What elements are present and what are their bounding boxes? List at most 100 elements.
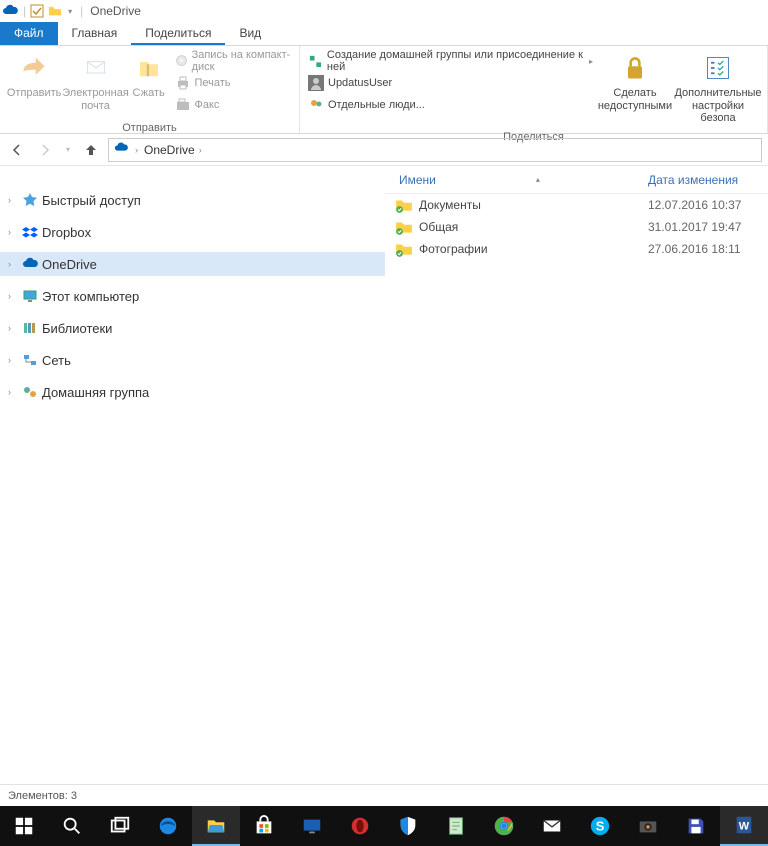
onedrive-cloud-icon xyxy=(22,256,38,272)
tree-dropbox[interactable]: › Dropbox xyxy=(0,220,385,244)
updatus-user-label: UpdatusUser xyxy=(328,77,392,89)
send-group-label: Отправить xyxy=(0,120,299,137)
chevron-right-icon[interactable]: › xyxy=(8,387,18,397)
zip-icon xyxy=(133,52,165,84)
tab-share[interactable]: Поделиться xyxy=(131,22,225,45)
recent-dropdown-icon[interactable]: ▾ xyxy=(62,139,74,161)
tree-onedrive[interactable]: › OneDrive xyxy=(0,252,385,276)
compress-label: Сжать xyxy=(133,87,165,100)
skype-icon[interactable]: S xyxy=(576,806,624,846)
defender-icon[interactable] xyxy=(384,806,432,846)
chevron-right-icon: ▸ xyxy=(589,57,593,66)
list-item[interactable]: Документы 12.07.2016 10:37 xyxy=(385,194,768,216)
onedrive-cloud-icon xyxy=(2,3,18,19)
tree-network[interactable]: › Сеть xyxy=(0,348,385,372)
monitor-icon xyxy=(22,288,38,304)
tree-this-pc[interactable]: › Этот компьютер xyxy=(0,284,385,308)
tree-quick-access[interactable]: › Быстрый доступ xyxy=(0,188,385,212)
fax-button[interactable]: Факс xyxy=(173,94,294,116)
notepad-icon[interactable] xyxy=(432,806,480,846)
chrome-icon[interactable] xyxy=(480,806,528,846)
start-button[interactable] xyxy=(0,806,48,846)
column-name[interactable]: Имени ▴ xyxy=(385,173,648,187)
chevron-right-icon[interactable]: › xyxy=(135,145,138,155)
star-icon xyxy=(22,192,38,208)
email-label: Электронная почта xyxy=(62,87,129,112)
compress-button[interactable]: Сжать xyxy=(129,50,169,100)
updatus-user-button[interactable]: UpdatusUser xyxy=(306,72,595,94)
file-list: Имени ▴ Дата изменения Документы 12.07.2… xyxy=(385,166,768,784)
burn-disc-button[interactable]: Запись на компакт-диск xyxy=(173,50,294,72)
forward-button[interactable] xyxy=(34,139,56,161)
list-item[interactable]: Общая 31.01.2017 19:47 xyxy=(385,216,768,238)
stop-sharing-button[interactable]: Сделать недоступными xyxy=(595,50,675,112)
printer-icon xyxy=(175,75,191,91)
tree-libraries[interactable]: › Библиотеки xyxy=(0,316,385,340)
fax-label: Факс xyxy=(195,99,220,111)
opera-icon[interactable] xyxy=(336,806,384,846)
ribbon: Отправить Электронная почта Сжать Запись… xyxy=(0,46,768,134)
save-disk-icon[interactable] xyxy=(672,806,720,846)
chevron-right-icon[interactable]: › xyxy=(8,259,18,269)
window-title: OneDrive xyxy=(90,4,141,18)
print-button[interactable]: Печать xyxy=(173,72,294,94)
edge-icon[interactable] xyxy=(144,806,192,846)
tab-home[interactable]: Главная xyxy=(58,22,132,45)
breadcrumb-onedrive[interactable]: OneDrive› xyxy=(144,143,204,157)
chevron-right-icon[interactable]: › xyxy=(8,355,18,365)
tab-view[interactable]: Вид xyxy=(225,22,275,45)
store-icon[interactable] xyxy=(240,806,288,846)
search-button[interactable] xyxy=(48,806,96,846)
status-bar: Элементов: 3 xyxy=(0,784,768,806)
monitor-app-icon[interactable] xyxy=(288,806,336,846)
chevron-right-icon[interactable]: › xyxy=(8,195,18,205)
svg-text:S: S xyxy=(596,819,605,834)
task-view-button[interactable] xyxy=(96,806,144,846)
checklist-icon xyxy=(702,52,734,84)
folder-synced-icon xyxy=(395,218,413,236)
dropdown-icon[interactable]: ▾ xyxy=(65,3,75,19)
tab-file[interactable]: Файл xyxy=(0,22,58,45)
back-button[interactable] xyxy=(6,139,28,161)
check-icon[interactable] xyxy=(29,3,45,19)
tree-homegroup[interactable]: › Домашняя группа xyxy=(0,380,385,404)
homegroup-icon xyxy=(22,384,38,400)
chevron-right-icon[interactable]: › xyxy=(8,323,18,333)
explorer-icon[interactable] xyxy=(192,806,240,846)
taskbar: S W xyxy=(0,806,768,846)
chevron-right-icon[interactable]: › xyxy=(8,291,18,301)
send-label: Отправить xyxy=(7,87,62,100)
advanced-security-button[interactable]: Дополнительные настройки безопа xyxy=(675,50,761,125)
dropbox-icon xyxy=(22,224,38,240)
people-icon xyxy=(308,97,324,113)
chevron-right-icon[interactable]: › xyxy=(8,227,18,237)
address-field[interactable]: › OneDrive› xyxy=(108,138,762,162)
envelope-icon xyxy=(80,52,112,84)
print-label: Печать xyxy=(195,77,231,89)
titlebar: | ▾ | OneDrive xyxy=(0,0,768,22)
specific-people-button[interactable]: Отдельные люди... xyxy=(306,94,595,116)
svg-text:W: W xyxy=(739,821,750,833)
send-button[interactable]: Отправить xyxy=(6,50,62,100)
email-button[interactable]: Электронная почта xyxy=(62,50,129,112)
folder-icon xyxy=(47,3,63,19)
chevron-right-icon[interactable]: › xyxy=(199,145,202,155)
mail-icon[interactable] xyxy=(528,806,576,846)
library-icon xyxy=(22,320,38,336)
up-button[interactable] xyxy=(80,139,102,161)
word-icon[interactable]: W xyxy=(720,806,768,846)
items-label: Элементов: xyxy=(8,790,68,802)
homegroup-create-label: Создание домашней группы или присоединен… xyxy=(327,49,585,73)
list-item[interactable]: Фотографии 27.06.2016 18:11 xyxy=(385,238,768,260)
column-headers: Имени ▴ Дата изменения xyxy=(385,166,768,194)
column-date[interactable]: Дата изменения xyxy=(648,173,768,187)
ribbon-tabs: Файл Главная Поделиться Вид xyxy=(0,22,768,46)
items-count: 3 xyxy=(71,790,77,802)
advanced-security-label: Дополнительные настройки безопа xyxy=(674,87,761,125)
address-bar: ▾ › OneDrive› xyxy=(0,134,768,166)
lock-icon xyxy=(619,52,651,84)
onedrive-cloud-icon xyxy=(113,141,129,158)
separator: | xyxy=(23,4,26,18)
camera-icon[interactable] xyxy=(624,806,672,846)
homegroup-create-button[interactable]: Создание домашней группы или присоединен… xyxy=(306,50,595,72)
